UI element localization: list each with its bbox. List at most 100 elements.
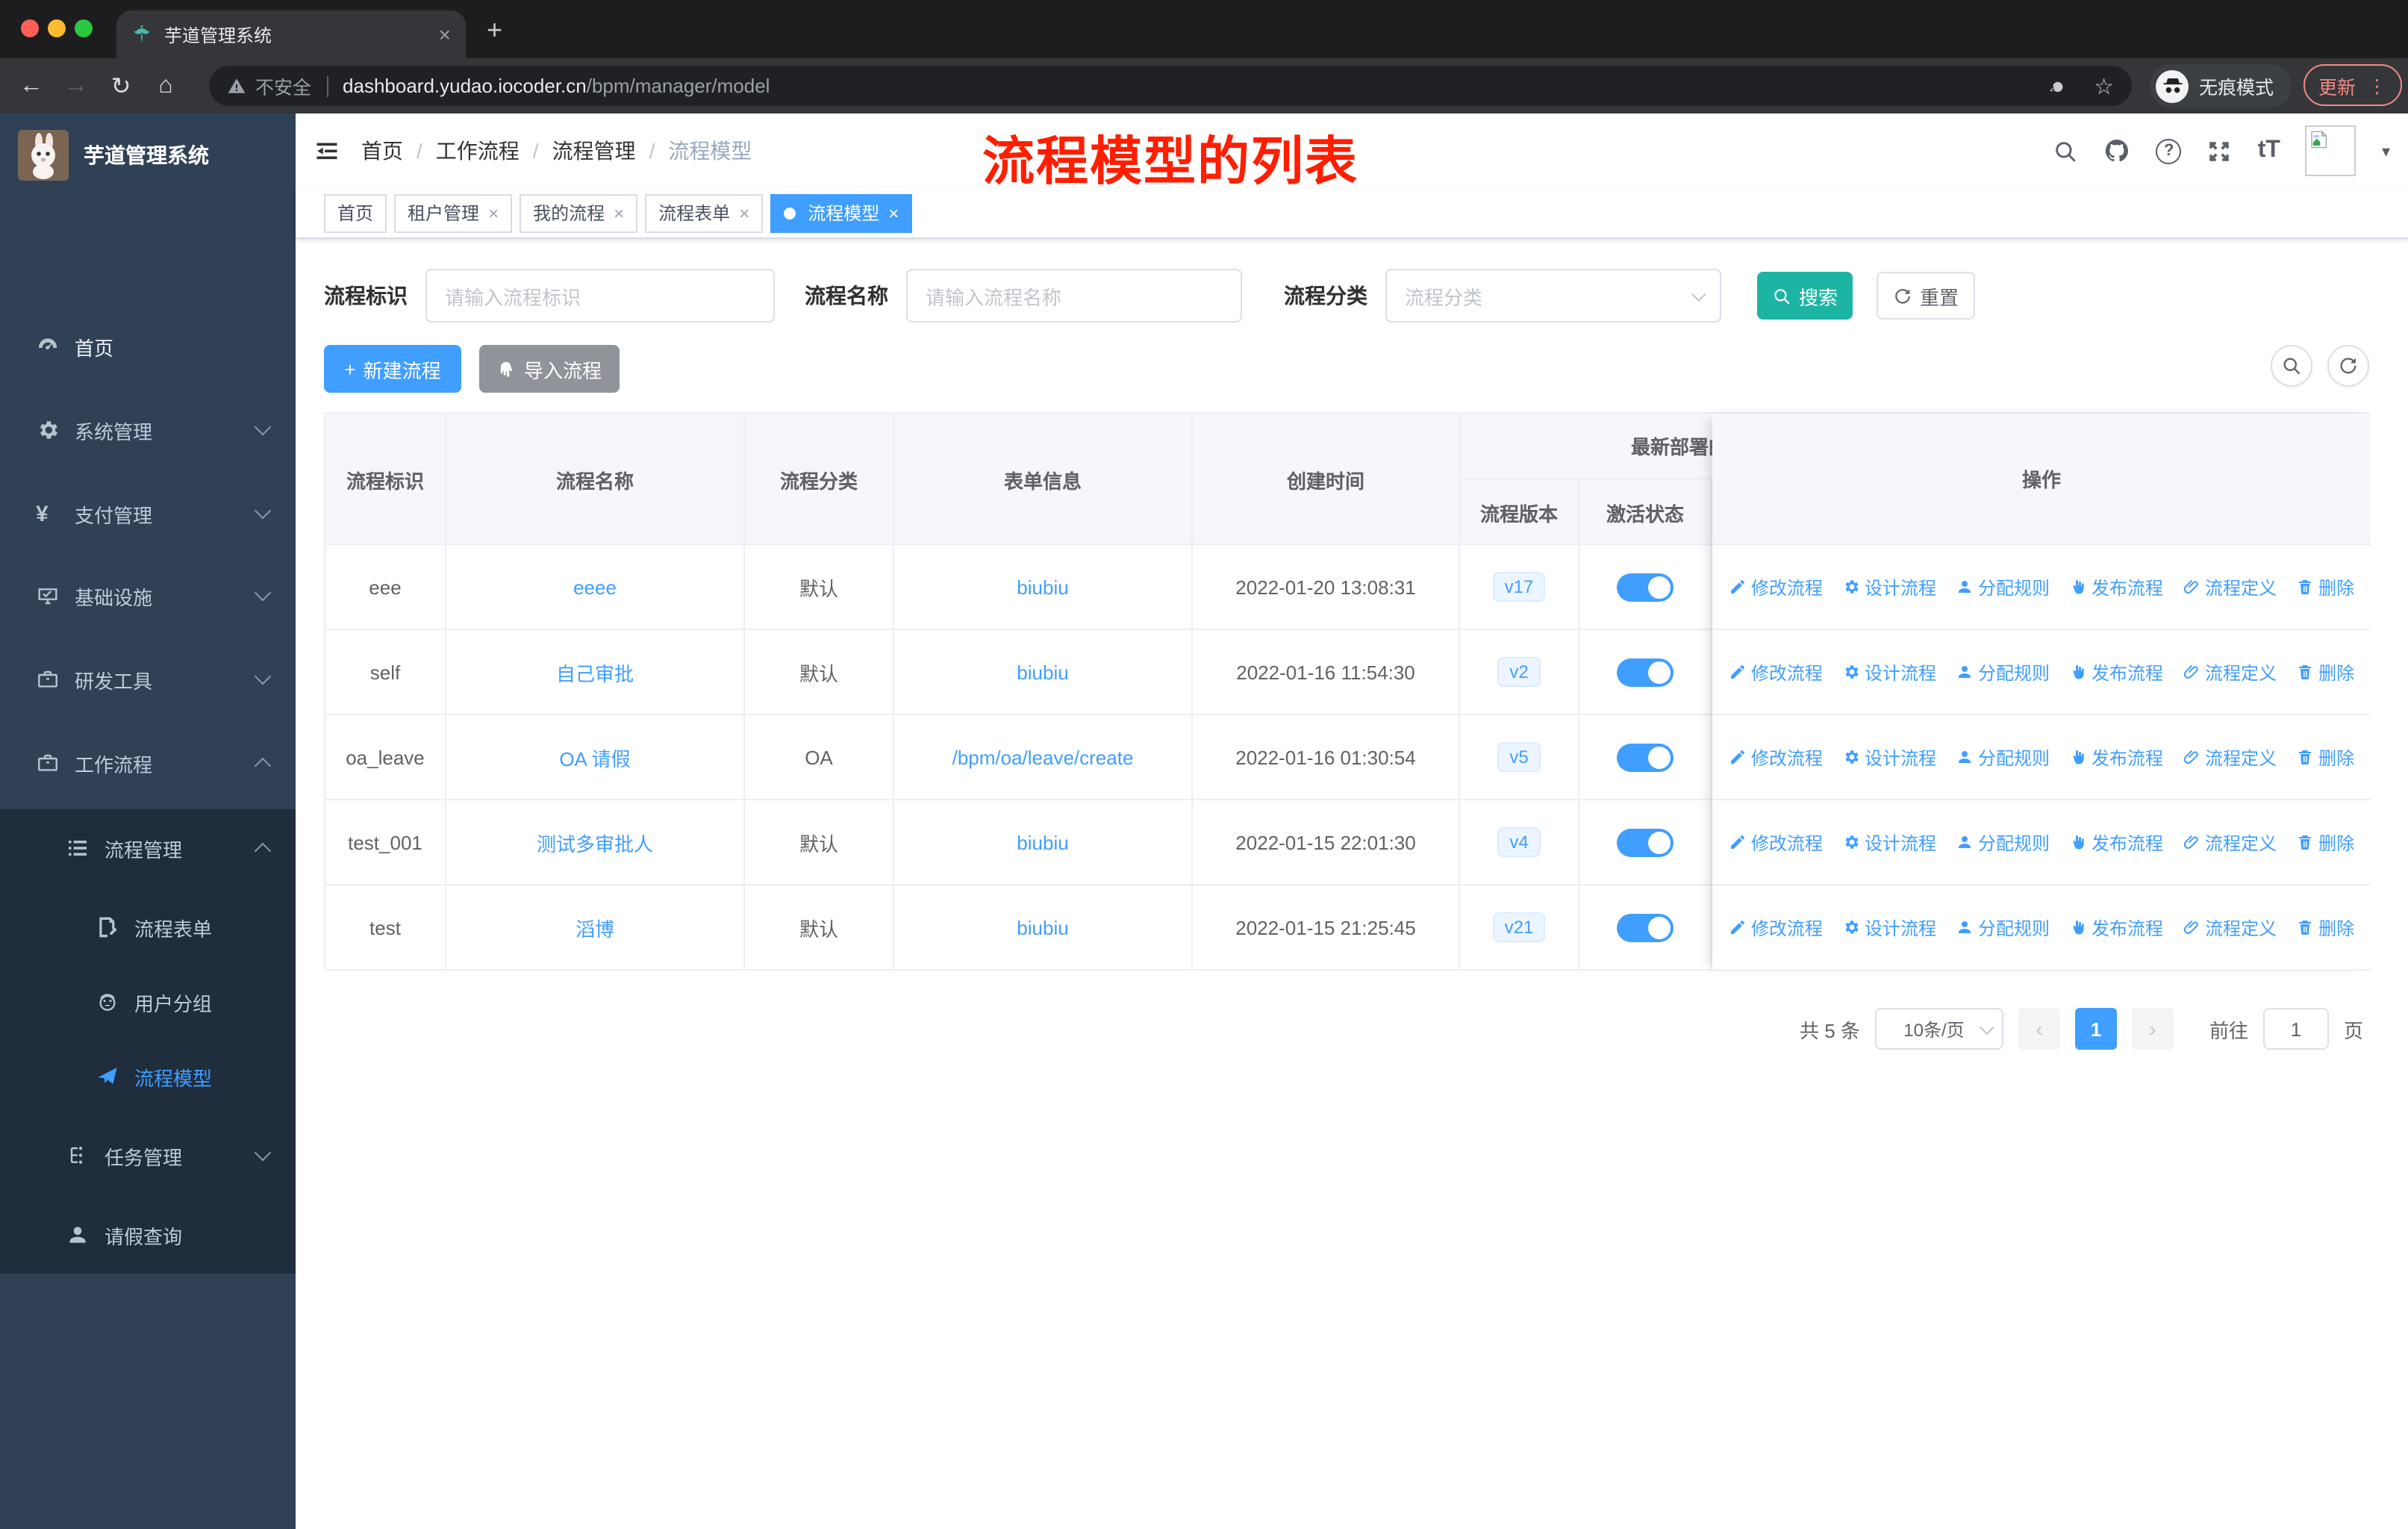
breadcrumb-workflow[interactable]: 工作流程 xyxy=(436,136,520,166)
new-tab-button[interactable]: + xyxy=(487,15,502,46)
active-toggle[interactable] xyxy=(1617,743,1674,771)
sidebar-item-infrastructure[interactable]: 基础设施 xyxy=(0,558,296,633)
search-button[interactable]: 搜索 xyxy=(1757,272,1853,320)
sidebar-item-payment[interactable]: ¥ 支付管理 xyxy=(0,476,296,551)
app-logo[interactable]: 芋道管理系统 xyxy=(0,113,296,197)
process-definition-link[interactable]: 流程定义 xyxy=(2183,744,2277,770)
tag-my-process[interactable]: 我的流程 × xyxy=(520,193,638,232)
active-toggle[interactable] xyxy=(1617,828,1674,856)
active-toggle[interactable] xyxy=(1617,913,1674,941)
reload-icon[interactable]: ↻ xyxy=(99,71,143,101)
edit-process-link[interactable]: 修改流程 xyxy=(1729,915,1823,940)
font-size-icon[interactable]: tT xyxy=(2258,137,2280,164)
home-icon[interactable]: ⌂ xyxy=(143,72,188,99)
sidebar-item-process-management[interactable]: 流程管理 xyxy=(0,811,296,885)
tag-close-icon[interactable]: × xyxy=(614,202,624,223)
sidebar-item-process-form[interactable]: 流程表单 xyxy=(0,890,296,965)
bookmark-star-icon[interactable]: ☆ xyxy=(2094,72,2114,99)
delete-link[interactable]: 删除 xyxy=(2296,574,2354,600)
tag-close-icon[interactable]: × xyxy=(888,202,899,223)
process-name-link[interactable]: 自己审批 xyxy=(556,658,634,686)
process-name-link[interactable]: 滔博 xyxy=(576,913,614,941)
import-process-button[interactable]: 导入流程 xyxy=(479,345,620,393)
edit-process-link[interactable]: 修改流程 xyxy=(1729,744,1823,770)
sidebar-item-process-model[interactable]: 流程模型 xyxy=(0,1039,296,1114)
tag-close-icon[interactable]: × xyxy=(488,202,499,223)
page-size-select[interactable]: 10条/页 xyxy=(1874,1008,2003,1050)
help-icon[interactable]: ? xyxy=(2156,138,2182,164)
sidebar-item-system[interactable]: 系统管理 xyxy=(0,393,296,467)
tag-close-icon[interactable]: × xyxy=(739,202,749,223)
process-definition-link[interactable]: 流程定义 xyxy=(2183,574,2277,600)
active-toggle[interactable] xyxy=(1617,658,1674,686)
header-search-icon[interactable] xyxy=(2053,138,2079,164)
edit-process-link[interactable]: 修改流程 xyxy=(1729,659,1823,685)
edit-process-link[interactable]: 修改流程 xyxy=(1729,574,1823,600)
design-process-link[interactable]: 设计流程 xyxy=(1842,915,1936,940)
browser-update-button[interactable]: 更新 ⋮ xyxy=(2303,64,2402,106)
process-key-input[interactable]: 请输入流程标识 xyxy=(425,269,775,323)
process-category-select[interactable]: 流程分类 xyxy=(1385,269,1721,323)
edit-process-link[interactable]: 修改流程 xyxy=(1729,829,1823,855)
sidebar-fold-icon[interactable] xyxy=(314,137,340,164)
assign-rule-link[interactable]: 分配规则 xyxy=(1956,574,2050,600)
reset-button[interactable]: 重置 xyxy=(1877,272,1975,320)
sidebar-item-user-group[interactable]: 用户分组 xyxy=(0,965,296,1039)
sidebar-item-workflow[interactable]: 工作流程 xyxy=(0,726,296,800)
refresh-table-button[interactable] xyxy=(2327,345,2369,387)
publish-process-link[interactable]: 发布流程 xyxy=(2069,829,2163,855)
back-icon[interactable]: ← xyxy=(9,72,54,99)
tab-close-icon[interactable]: × xyxy=(439,24,451,45)
publish-process-link[interactable]: 发布流程 xyxy=(2069,659,2163,685)
form-info-link[interactable]: biubiu xyxy=(1017,576,1068,598)
publish-process-link[interactable]: 发布流程 xyxy=(2069,574,2163,600)
window-minimize-button[interactable] xyxy=(48,19,66,37)
process-definition-link[interactable]: 流程定义 xyxy=(2183,659,2277,685)
prev-page-button[interactable]: ‹ xyxy=(2018,1008,2060,1050)
process-name-link[interactable]: 测试多审批人 xyxy=(537,828,653,856)
process-definition-link[interactable]: 流程定义 xyxy=(2183,915,2277,940)
security-label[interactable]: 不安全 xyxy=(255,72,311,100)
tag-process-form[interactable]: 流程表单 × xyxy=(645,193,764,232)
design-process-link[interactable]: 设计流程 xyxy=(1842,574,1936,600)
tag-process-model[interactable]: 流程模型 × xyxy=(770,193,913,232)
process-name-link[interactable]: OA 请假 xyxy=(559,743,630,771)
avatar-caret-icon[interactable]: ▾ xyxy=(2382,141,2390,161)
tag-home[interactable]: 首页 xyxy=(324,193,387,232)
design-process-link[interactable]: 设计流程 xyxy=(1842,744,1936,770)
github-icon[interactable] xyxy=(2104,137,2131,164)
update-label[interactable]: 更新 xyxy=(2318,71,2356,99)
avatar[interactable] xyxy=(2305,125,2356,176)
browser-menu-icon[interactable]: ⋮ xyxy=(2368,74,2386,96)
form-info-link[interactable]: biubiu xyxy=(1017,916,1068,938)
current-page-button[interactable]: 1 xyxy=(2074,1008,2117,1050)
design-process-link[interactable]: 设计流程 xyxy=(1842,659,1936,685)
toggle-search-button[interactable] xyxy=(2271,345,2312,387)
assign-rule-link[interactable]: 分配规则 xyxy=(1956,659,2050,685)
address-bar[interactable]: 不安全 dashboard.yudao.iocoder.cn/bpm/manag… xyxy=(209,66,2132,106)
process-definition-link[interactable]: 流程定义 xyxy=(2183,829,2277,855)
forward-icon[interactable]: → xyxy=(54,72,99,99)
publish-process-link[interactable]: 发布流程 xyxy=(2069,744,2163,770)
assign-rule-link[interactable]: 分配规则 xyxy=(1956,915,2050,940)
form-info-link[interactable]: biubiu xyxy=(1017,661,1068,683)
delete-link[interactable]: 删除 xyxy=(2296,829,2354,855)
delete-link[interactable]: 删除 xyxy=(2296,744,2354,770)
assign-rule-link[interactable]: 分配规则 xyxy=(1956,829,2050,855)
breadcrumb-home[interactable]: 首页 xyxy=(361,136,403,166)
goto-page-input[interactable] xyxy=(2262,1008,2329,1050)
publish-process-link[interactable]: 发布流程 xyxy=(2069,915,2163,940)
active-toggle[interactable] xyxy=(1617,573,1674,601)
breadcrumb-process-management[interactable]: 流程管理 xyxy=(552,136,636,166)
next-page-button[interactable]: › xyxy=(2131,1008,2174,1050)
window-maximize-button[interactable] xyxy=(75,19,93,37)
sidebar-item-dev-tools[interactable]: 研发工具 xyxy=(0,642,296,717)
process-name-link[interactable]: eeee xyxy=(573,576,617,598)
delete-link[interactable]: 删除 xyxy=(2296,915,2354,940)
assign-rule-link[interactable]: 分配规则 xyxy=(1956,744,2050,770)
delete-link[interactable]: 删除 xyxy=(2296,659,2354,685)
form-info-link[interactable]: /bpm/oa/leave/create xyxy=(952,746,1134,768)
sidebar-item-task-management[interactable]: 任务管理 xyxy=(0,1118,296,1193)
sidebar-item-home[interactable]: 首页 xyxy=(0,309,296,384)
sidebar-item-leave-query[interactable]: 请假查询 xyxy=(0,1198,296,1272)
